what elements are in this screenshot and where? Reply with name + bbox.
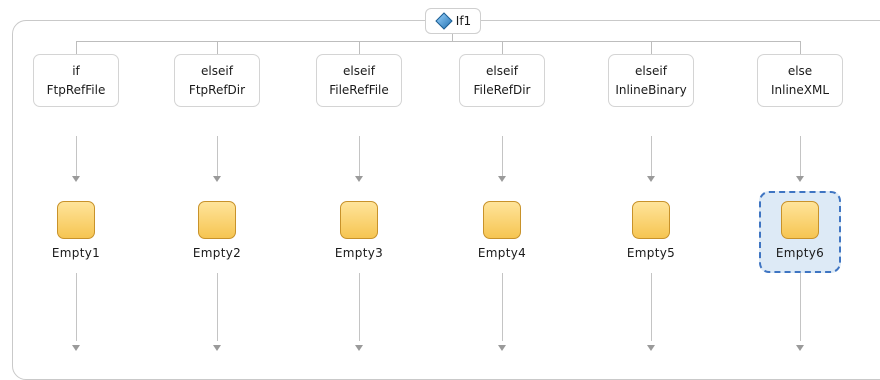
branch-keyword: elseif [486,63,518,78]
connector-line [800,41,801,54]
connector-line [502,41,503,54]
flow-arrow-icon [796,345,804,351]
empty-activity-icon [57,201,95,239]
branch-keyword: elseif [635,63,667,78]
branch-condition: FtpRefFile [46,82,106,97]
flow-arrow-icon [647,176,655,182]
activity-label: Empty1 [51,246,101,260]
empty-activity-icon [340,201,378,239]
empty-activity-icon [198,201,236,239]
branch-condition: FileRefDir [473,82,531,97]
connector-line [76,41,77,54]
flow-arrow-icon [355,345,363,351]
branch-keyword: else [787,63,813,78]
if-activity-title: If1 [455,14,472,28]
if-container[interactable] [12,20,880,380]
branch-keyword: elseif [201,63,233,78]
connector-line [800,273,801,341]
flow-arrow-icon [213,345,221,351]
bpel-designer-canvas: If1 if FtpRefFile Empty1 elseif FtpRefDi… [0,0,880,380]
connector-line [651,41,652,54]
branch-condition-box[interactable]: if FtpRefFile [33,54,119,107]
branch-condition-box[interactable]: elseif FileRefDir [459,54,545,107]
branch-condition-box[interactable]: else InlineXML [757,54,843,107]
flow-arrow-icon [796,176,804,182]
connector-line [359,273,360,341]
branch-condition-box[interactable]: elseif InlineBinary [608,54,694,107]
connector-line [359,136,360,176]
connector-line [217,41,218,54]
branch-rail [76,41,801,42]
branch-keyword: elseif [343,63,375,78]
branch-condition-box[interactable]: elseif FileRefFile [316,54,402,107]
branch-condition: InlineXML [770,82,830,97]
flow-arrow-icon [72,176,80,182]
flow-arrow-icon [498,176,506,182]
empty-activity-icon [483,201,521,239]
empty-activity[interactable]: Empty5 [610,191,692,273]
connector-line [76,136,77,176]
branch-condition: FtpRefDir [188,82,246,97]
flow-arrow-icon [355,176,363,182]
branch-condition: InlineBinary [615,82,687,97]
branch-condition: FileRefFile [329,82,389,97]
connector-line [800,136,801,176]
flow-arrow-icon [498,345,506,351]
branch-keyword: if [72,63,80,78]
empty-activity-selected[interactable]: Empty6 [759,191,841,273]
if-activity-header[interactable]: If1 [425,8,481,34]
activity-label: Empty2 [192,246,242,260]
empty-activity[interactable]: Empty1 [35,191,117,273]
activity-label: Empty4 [477,246,527,260]
flow-arrow-icon [72,345,80,351]
empty-activity-icon [781,201,819,239]
empty-activity[interactable]: Empty4 [461,191,543,273]
activity-label: Empty6 [775,246,825,260]
connector-line [502,136,503,176]
flow-arrow-icon [647,345,655,351]
connector-line [217,273,218,341]
empty-activity-icon [632,201,670,239]
empty-activity[interactable]: Empty2 [176,191,258,273]
connector-line [217,136,218,176]
connector-line [651,136,652,176]
branch-condition-box[interactable]: elseif FtpRefDir [174,54,260,107]
activity-label: Empty3 [334,246,384,260]
activity-label: Empty5 [626,246,676,260]
flow-arrow-icon [213,176,221,182]
connector-line [76,273,77,341]
empty-activity[interactable]: Empty3 [318,191,400,273]
connector-line [502,273,503,341]
diamond-icon [435,12,453,30]
connector-line [651,273,652,341]
connector-line [359,41,360,54]
connector-line [452,34,453,41]
